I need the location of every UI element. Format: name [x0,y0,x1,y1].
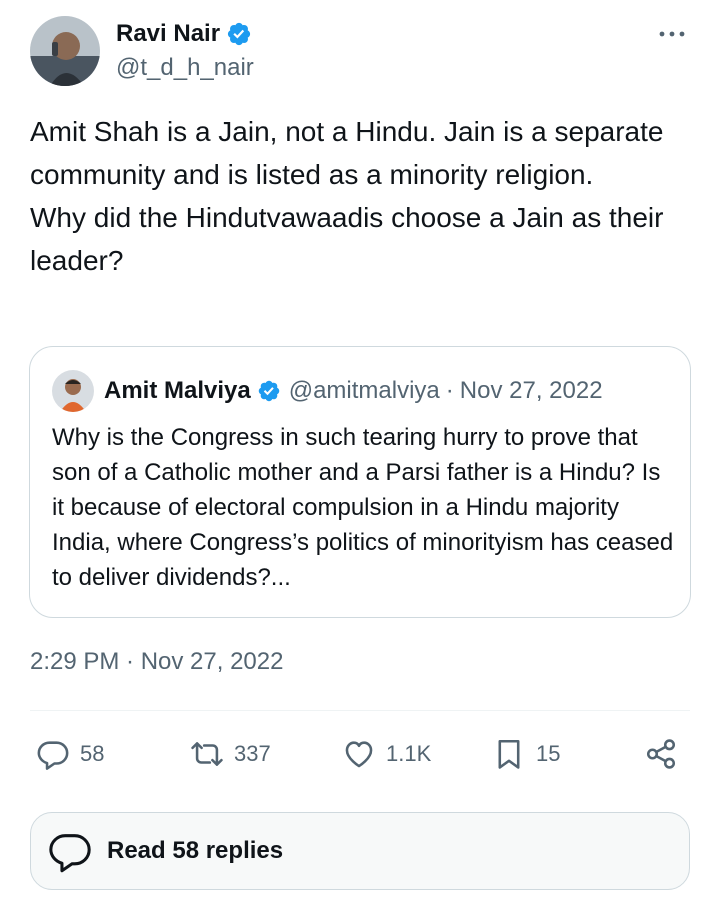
quoted-tweet-text: Why is the Congress in such tearing hurr… [52,424,674,591]
more-icon[interactable] [656,22,688,46]
quoted-tweet-header: Amit Malviya @amitmalviya · Nov 27, 2022 [52,369,603,413]
reply-count: 58 [80,741,105,766]
reply-button[interactable]: 58 [36,730,104,778]
tweet-header: Ravi Nair @t_d_h_nair [30,16,692,86]
quoted-author-name: Amit Malviya [104,377,251,404]
like-icon [342,737,376,771]
like-count: 1.1K [386,741,432,766]
author-name-row: Ravi Nair [116,20,252,48]
quoted-author-avatar[interactable] [52,370,94,412]
author-handle[interactable]: @t_d_h_nair [116,54,254,82]
bookmark-button[interactable]: 15 [492,730,560,778]
tweet-text: Amit Shah is a Jain, not a Hindu. Jain i… [30,116,664,276]
divider [30,710,690,711]
read-replies-label: Read 58 replies [107,837,284,864]
quoted-tweet[interactable]: Amit Malviya @amitmalviya · Nov 27, 2022… [29,346,691,618]
quoted-author-handle: @amitmalviya [288,377,440,404]
read-replies-button[interactable]: Read 58 replies [30,812,690,890]
author-avatar[interactable] [30,16,100,86]
verified-badge-icon [257,379,281,403]
author-display-name[interactable]: Ravi Nair [116,20,220,48]
bookmark-count: 15 [536,741,561,766]
separator-dot: · [445,377,454,404]
repost-count: 337 [234,741,271,766]
reply-icon [36,737,70,771]
reply-bubble-icon [47,828,93,874]
share-icon [644,737,678,771]
repost-icon [190,737,224,771]
like-button[interactable]: 1.1K [342,730,431,778]
tweet-timestamp[interactable]: 2:29 PM · Nov 27, 2022 [30,648,283,676]
bookmark-icon [492,737,526,771]
share-button[interactable] [644,730,678,778]
quoted-tweet-date: Nov 27, 2022 [459,377,603,404]
verified-badge-icon [226,21,252,47]
repost-button[interactable]: 337 [190,730,271,778]
action-bar: 58 337 1.1K 15 [30,730,690,778]
